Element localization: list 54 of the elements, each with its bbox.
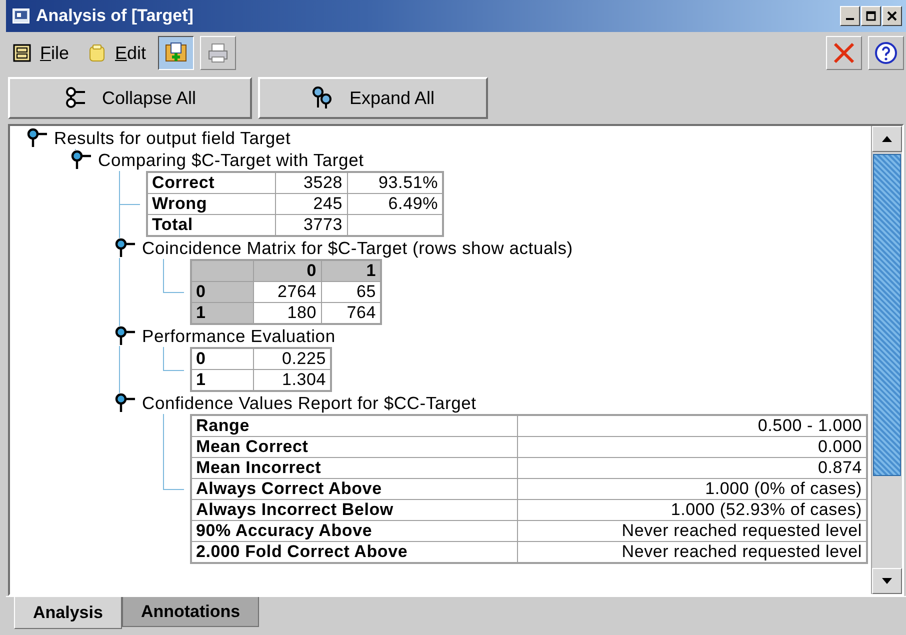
- column-header: 1: [321, 260, 381, 282]
- insert-button[interactable]: [158, 36, 194, 70]
- scrollbar[interactable]: [871, 126, 902, 594]
- tree-node-label[interactable]: Comparing $C-Target with Target: [98, 149, 364, 171]
- tab[interactable]: Annotations: [122, 597, 260, 627]
- table-cell: 245: [275, 194, 347, 214]
- close-report-button[interactable]: [826, 36, 862, 70]
- minimize-icon: [846, 18, 854, 20]
- row-label: Mean Correct: [191, 436, 517, 458]
- printer-icon: [206, 41, 230, 65]
- tree-node-label[interactable]: Coincidence Matrix for $C-Target (rows show actuals): [142, 237, 573, 259]
- close-icon: [831, 41, 857, 65]
- close-button[interactable]: [882, 6, 902, 26]
- row-label: Wrong: [147, 194, 275, 214]
- window-icon: [12, 8, 30, 24]
- tab[interactable]: Analysis: [14, 597, 122, 629]
- collapse-all-button[interactable]: Collapse All: [8, 77, 252, 119]
- row-label: 0: [191, 282, 253, 302]
- row-label: Range: [191, 415, 517, 436]
- row-label: Always Correct Above: [191, 478, 517, 500]
- window-title: Analysis of [Target]: [36, 6, 194, 26]
- maximize-icon: [866, 11, 876, 21]
- file-cabinet-icon: [12, 43, 32, 63]
- collapse-icon: [64, 86, 88, 110]
- menu-item[interactable]: Edit: [81, 40, 152, 66]
- scroll-down-button[interactable]: [872, 568, 902, 594]
- minimize-button[interactable]: [840, 6, 860, 26]
- tree-node-label[interactable]: Results for output field Target: [54, 127, 291, 149]
- row-label: 0: [191, 348, 253, 370]
- help-button[interactable]: [868, 36, 904, 70]
- table-cell: 1.000 (52.93% of cases): [517, 500, 867, 520]
- print-button[interactable]: [200, 36, 236, 70]
- clipboard-icon: [87, 43, 108, 63]
- tree-node-label[interactable]: Confidence Values Report for $CC-Target: [142, 392, 476, 414]
- help-icon: [874, 41, 898, 65]
- expand-all-button[interactable]: Expand All: [258, 77, 488, 119]
- table-cell: Never reached requested level: [517, 520, 867, 542]
- scroll-thumb[interactable]: [873, 154, 901, 476]
- column-header: 0: [253, 260, 321, 282]
- row-label: 90% Accuracy Above: [191, 520, 517, 542]
- row-label: Mean Incorrect: [191, 458, 517, 478]
- table-cell: 2764: [253, 282, 321, 302]
- row-label: Always Incorrect Below: [191, 500, 517, 520]
- menu-item[interactable]: File: [6, 40, 76, 66]
- row-label: Correct: [147, 172, 275, 194]
- tree-node-label[interactable]: Performance Evaluation: [142, 325, 336, 347]
- scroll-up-button[interactable]: [872, 126, 902, 152]
- close-icon: [887, 11, 897, 21]
- row-label: 1: [191, 302, 253, 324]
- maximize-button[interactable]: [861, 6, 881, 26]
- table-cell: 3528: [275, 172, 347, 194]
- up-arrow-icon: [881, 135, 893, 143]
- down-arrow-icon: [881, 577, 893, 585]
- table-cell: 1.000 (0% of cases): [517, 478, 867, 500]
